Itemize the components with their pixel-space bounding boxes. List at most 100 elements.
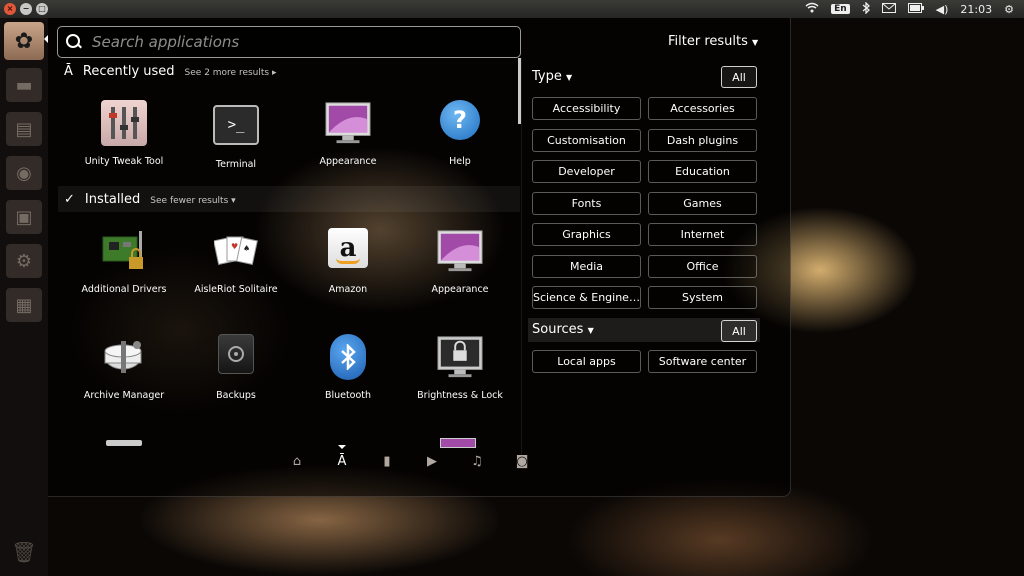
- volume-icon[interactable]: ◀): [936, 3, 949, 16]
- search-box[interactable]: [57, 26, 521, 58]
- system-settings-icon[interactable]: ⚙: [6, 244, 42, 278]
- additional-drivers-icon: [101, 228, 147, 274]
- filter-accessories[interactable]: Accessories: [648, 97, 757, 120]
- filter-dash-plugins[interactable]: Dash plugins: [648, 129, 757, 152]
- battery-icon[interactable]: [907, 2, 924, 16]
- app-label: Amazon: [328, 284, 368, 295]
- gear-icon[interactable]: ⚙: [1004, 3, 1014, 16]
- lens-bar: ⌂ Ā ▮ ▶ ♫ ◙: [288, 445, 531, 469]
- brightness-lock-icon: [437, 334, 483, 380]
- app-tile[interactable]: ? Help: [404, 100, 516, 167]
- amazon-icon: a: [328, 228, 368, 268]
- video-lens-icon[interactable]: ▶: [423, 454, 441, 469]
- window-close-button[interactable]: ×: [4, 3, 16, 15]
- filter-customisation[interactable]: Customisation: [532, 129, 641, 152]
- app-tile[interactable]: Archive Manager: [68, 334, 180, 401]
- svg-text:♥: ♥: [231, 242, 238, 251]
- app-tile[interactable]: Backups: [180, 334, 292, 401]
- window-controls: × − □: [4, 3, 48, 15]
- app-label: Terminal: [215, 159, 257, 170]
- mail-icon[interactable]: [881, 2, 896, 16]
- app-label: Appearance: [319, 156, 377, 167]
- window-maximize-button[interactable]: □: [36, 3, 48, 15]
- filter-media[interactable]: Media: [532, 255, 641, 278]
- filter-games[interactable]: Games: [648, 192, 757, 215]
- panel-separator: [521, 58, 522, 468]
- filter-results-toggle[interactable]: Filter results ▼: [668, 34, 758, 49]
- indicator-area: En ◀) 21:03 ⚙: [805, 0, 1014, 17]
- see-more-results-link[interactable]: See 2 more results ▸: [185, 68, 277, 78]
- app-tile[interactable]: Unity Tweak Tool: [68, 100, 180, 167]
- app-tile-partial: [106, 440, 142, 446]
- see-fewer-results-link[interactable]: See fewer results ▾: [150, 196, 235, 206]
- ubuntu-logo-icon[interactable]: ✿: [4, 22, 44, 60]
- chevron-down-icon: ▼: [566, 73, 573, 82]
- filter-local-apps[interactable]: Local apps: [532, 350, 641, 373]
- wifi-icon[interactable]: [805, 2, 819, 16]
- applications-lens-icon: Ā: [64, 64, 73, 79]
- files-icon[interactable]: ▤: [6, 112, 42, 146]
- app-label: Unity Tweak Tool: [84, 156, 164, 167]
- filter-science-engineering[interactable]: Science & Engine…: [532, 286, 641, 309]
- home-folder-icon[interactable]: ▬: [6, 68, 42, 102]
- appearance-icon: [437, 228, 483, 274]
- chevron-down-icon: ▼: [752, 38, 759, 47]
- app-label: Help: [449, 156, 471, 167]
- launcher: ✿ ▬ ▤ ◉ ▣ ⚙ ▦ 🗑: [0, 18, 48, 576]
- workspace-switcher-icon[interactable]: ▦: [6, 288, 42, 322]
- solitaire-cards-icon: ♥ ♠: [213, 228, 259, 274]
- filter-office[interactable]: Office: [648, 255, 757, 278]
- app-tile[interactable]: Additional Drivers: [68, 228, 180, 295]
- app-label: AisleRiot Solitaire: [194, 284, 278, 295]
- checkmark-circle-icon: ✓: [64, 192, 75, 207]
- window-minimize-button[interactable]: −: [20, 3, 32, 15]
- filter-accessibility[interactable]: Accessibility: [532, 97, 641, 120]
- help-icon: ?: [440, 100, 480, 140]
- type-filter-header[interactable]: Type ▼: [532, 69, 572, 84]
- app-label: Additional Drivers: [81, 284, 167, 295]
- app-tile[interactable]: Appearance: [404, 228, 516, 295]
- category-title: Installed: [84, 192, 141, 207]
- filter-fonts[interactable]: Fonts: [532, 192, 641, 215]
- app-tile[interactable]: Appearance: [292, 100, 404, 167]
- scrollbar[interactable]: [518, 58, 521, 124]
- trash-icon[interactable]: 🗑: [6, 534, 42, 570]
- app-tile[interactable]: a Amazon: [292, 228, 404, 295]
- app-tile[interactable]: Brightness & Lock: [404, 334, 516, 401]
- keyboard-language-indicator[interactable]: En: [831, 4, 850, 14]
- type-filter-label: Type: [532, 69, 562, 84]
- bluetooth-icon[interactable]: [862, 0, 870, 17]
- software-center-icon[interactable]: ▣: [6, 200, 42, 234]
- appearance-icon: [325, 100, 371, 146]
- sources-filter-header[interactable]: Sources ▼: [532, 322, 594, 337]
- sources-all-button[interactable]: All: [721, 320, 757, 342]
- app-label: Backups: [216, 390, 256, 401]
- filter-internet[interactable]: Internet: [648, 223, 757, 246]
- archive-manager-icon: [101, 334, 147, 380]
- app-label: Bluetooth: [324, 390, 372, 401]
- firefox-icon[interactable]: ◉: [6, 156, 42, 190]
- search-input[interactable]: [90, 32, 520, 52]
- filter-developer[interactable]: Developer: [532, 160, 641, 183]
- svg-text:♠: ♠: [243, 244, 250, 253]
- unity-tweak-tool-icon: [101, 100, 147, 146]
- app-tile[interactable]: >_ Terminal: [180, 100, 292, 170]
- music-lens-icon[interactable]: ♫: [468, 454, 486, 469]
- installed-header: ✓ Installed See fewer results ▾: [64, 192, 236, 207]
- sources-filter-label: Sources: [532, 322, 584, 337]
- filter-education[interactable]: Education: [648, 160, 757, 183]
- app-tile[interactable]: ♥ ♠ AisleRiot Solitaire: [180, 228, 292, 295]
- app-tile[interactable]: Bluetooth: [292, 334, 404, 401]
- home-lens-icon[interactable]: ⌂: [288, 454, 306, 469]
- applications-lens-icon[interactable]: Ā: [333, 445, 351, 469]
- photos-lens-icon[interactable]: ◙: [513, 454, 531, 469]
- files-lens-icon[interactable]: ▮: [378, 454, 396, 469]
- filter-software-center[interactable]: Software center: [648, 350, 757, 373]
- type-all-button[interactable]: All: [721, 66, 757, 88]
- filter-system[interactable]: System: [648, 286, 757, 309]
- terminal-icon: >_: [213, 105, 259, 145]
- app-label: Archive Manager: [83, 390, 165, 401]
- clock[interactable]: 21:03: [960, 3, 992, 16]
- filter-graphics[interactable]: Graphics: [532, 223, 641, 246]
- search-icon: [66, 34, 82, 50]
